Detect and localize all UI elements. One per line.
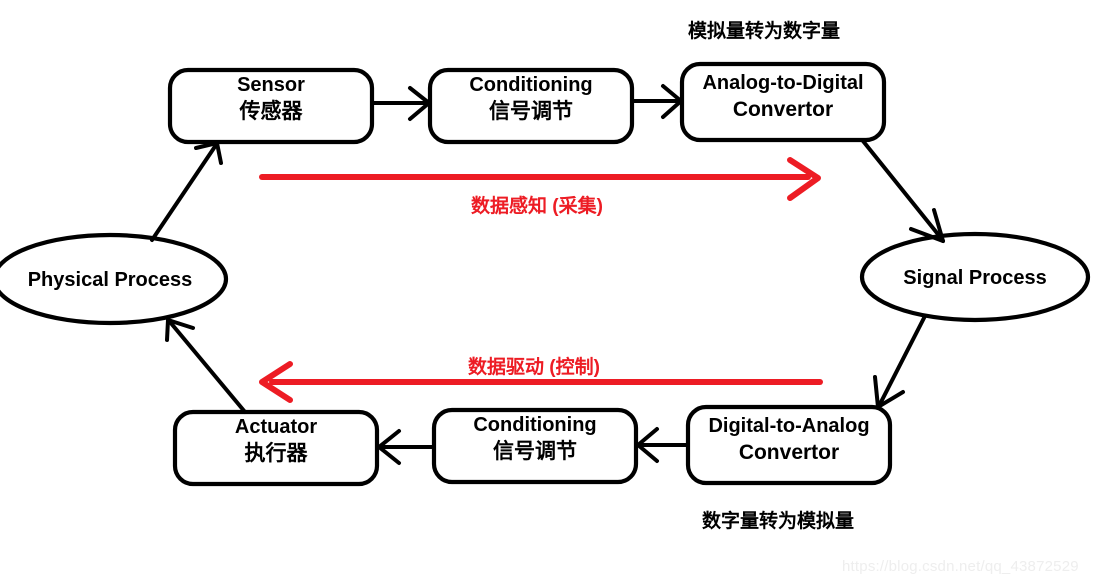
physical-process-ellipse: [0, 232, 229, 326]
dac-caption: 数字量转为模拟量: [702, 511, 855, 532]
connector-adc-to-signal-process: [861, 139, 945, 243]
adc-caption: 模拟量转为数字量: [688, 21, 841, 42]
connector-conditioning-to-actuator: [377, 429, 436, 465]
adc-box: [679, 61, 887, 143]
connector-signal-process-to-dac: [873, 314, 927, 409]
driving-flow-label: 数据驱动 (控制): [468, 357, 600, 378]
diagram-vector-layer: .shape { fill:#ffffff; stroke:#000000; s…: [0, 61, 1091, 487]
connector-conditioning-to-adc: [630, 84, 683, 119]
connector-dac-to-conditioning: [636, 427, 690, 463]
dac-box: [685, 404, 893, 486]
sensor-box: [167, 67, 375, 145]
conditioning-top-box: [427, 67, 635, 145]
actuator-box: [172, 409, 380, 487]
connector-actuator-to-physical-process: [165, 318, 247, 414]
conditioning-bottom-box: [431, 407, 639, 485]
diagram-canvas: .shape { fill:#ffffff; stroke:#000000; s…: [0, 0, 1093, 583]
watermark: https://blog.csdn.net/qq_43872529: [842, 558, 1079, 575]
sensing-flow-label: 数据感知 (采集): [471, 196, 603, 217]
signal-process-ellipse: [859, 231, 1091, 323]
connector-physical-process-to-sensor: [150, 141, 223, 242]
connector-sensor-to-conditioning: [370, 86, 431, 121]
